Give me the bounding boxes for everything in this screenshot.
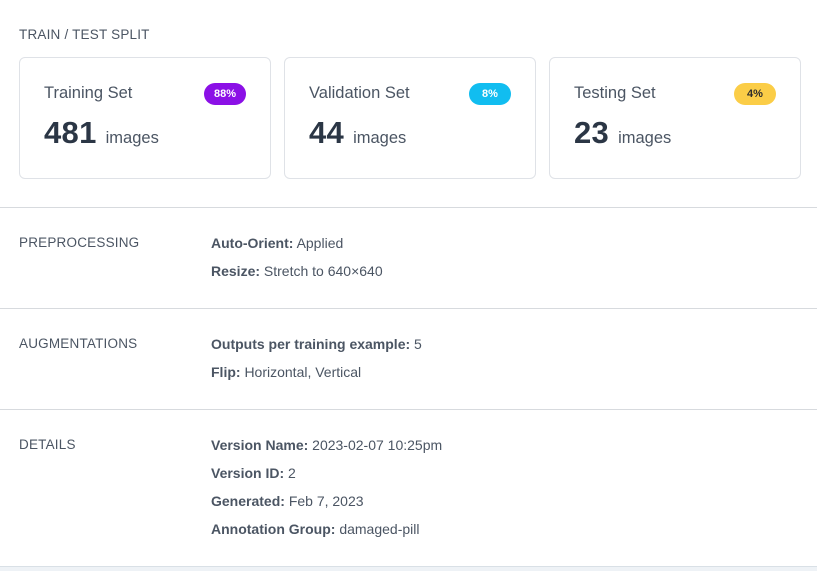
validation-image-unit: images xyxy=(353,129,407,147)
augmentations-section: AUGMENTATIONS Outputs per training examp… xyxy=(0,309,817,409)
row-key: Version Name: xyxy=(211,437,309,453)
row-value: Stretch to 640×640 xyxy=(263,263,383,279)
testing-set-count-row: 23 images xyxy=(574,115,776,151)
details-section: DETAILS Version Name: 2023-02-07 10:25pm… xyxy=(0,410,817,566)
training-set-count-row: 481 images xyxy=(44,115,246,151)
dataset-version-panel: TRAIN / TEST SPLIT Training Set 88% 481 … xyxy=(0,0,817,571)
details-row: Annotation Group: damaged-pill xyxy=(211,521,442,549)
testing-image-count: 23 xyxy=(574,115,610,150)
row-key: Flip: xyxy=(211,364,241,380)
training-percent-badge: 88% xyxy=(203,83,246,105)
bottom-edge-bar xyxy=(0,566,817,571)
details-rows: Version Name: 2023-02-07 10:25pm Version… xyxy=(211,437,442,549)
augmentations-row: Flip: Horizontal, Vertical xyxy=(211,364,422,392)
details-row: Version ID: 2 xyxy=(211,465,442,493)
split-section-title: TRAIN / TEST SPLIT xyxy=(19,27,150,42)
train-test-split-section: TRAIN / TEST SPLIT Training Set 88% 481 … xyxy=(0,0,817,207)
row-key: Version ID: xyxy=(211,465,285,481)
row-value: Horizontal, Vertical xyxy=(244,364,362,380)
training-set-card: Training Set 88% 481 images xyxy=(19,57,271,179)
details-row: Version Name: 2023-02-07 10:25pm xyxy=(211,437,442,465)
training-image-count: 481 xyxy=(44,115,97,150)
details-label: DETAILS xyxy=(19,437,76,452)
preprocessing-rows: Auto-Orient: Applied Resize: Stretch to … xyxy=(211,235,383,291)
preprocessing-row: Auto-Orient: Applied xyxy=(211,235,383,263)
details-row: Generated: Feb 7, 2023 xyxy=(211,493,442,521)
validation-image-count: 44 xyxy=(309,115,345,150)
row-key: Generated: xyxy=(211,493,285,509)
row-value: Feb 7, 2023 xyxy=(288,493,364,509)
row-value: 2 xyxy=(288,465,296,481)
row-key: Resize: xyxy=(211,263,261,279)
row-value: 5 xyxy=(414,336,422,352)
augmentations-row: Outputs per training example: 5 xyxy=(211,336,422,364)
preprocessing-label: PREPROCESSING xyxy=(19,235,140,250)
testing-set-card: Testing Set 4% 23 images xyxy=(549,57,801,179)
row-value: 2023-02-07 10:25pm xyxy=(312,437,443,453)
preprocessing-section: PREPROCESSING Auto-Orient: Applied Resiz… xyxy=(0,208,817,308)
row-key: Auto-Orient: xyxy=(211,235,294,251)
row-value: Applied xyxy=(296,235,344,251)
validation-percent-badge: 8% xyxy=(469,83,511,105)
row-key: Annotation Group: xyxy=(211,521,336,537)
augmentations-rows: Outputs per training example: 5 Flip: Ho… xyxy=(211,336,422,392)
validation-set-card: Validation Set 8% 44 images xyxy=(284,57,536,179)
testing-image-unit: images xyxy=(618,129,672,147)
preprocessing-row: Resize: Stretch to 640×640 xyxy=(211,263,383,291)
validation-set-count-row: 44 images xyxy=(309,115,511,151)
row-value: damaged-pill xyxy=(339,521,420,537)
augmentations-label: AUGMENTATIONS xyxy=(19,336,138,351)
training-image-unit: images xyxy=(105,129,159,147)
testing-percent-badge: 4% xyxy=(734,83,776,105)
row-key: Outputs per training example: xyxy=(211,336,411,352)
split-cards: Training Set 88% 481 images Validation S… xyxy=(19,57,801,179)
